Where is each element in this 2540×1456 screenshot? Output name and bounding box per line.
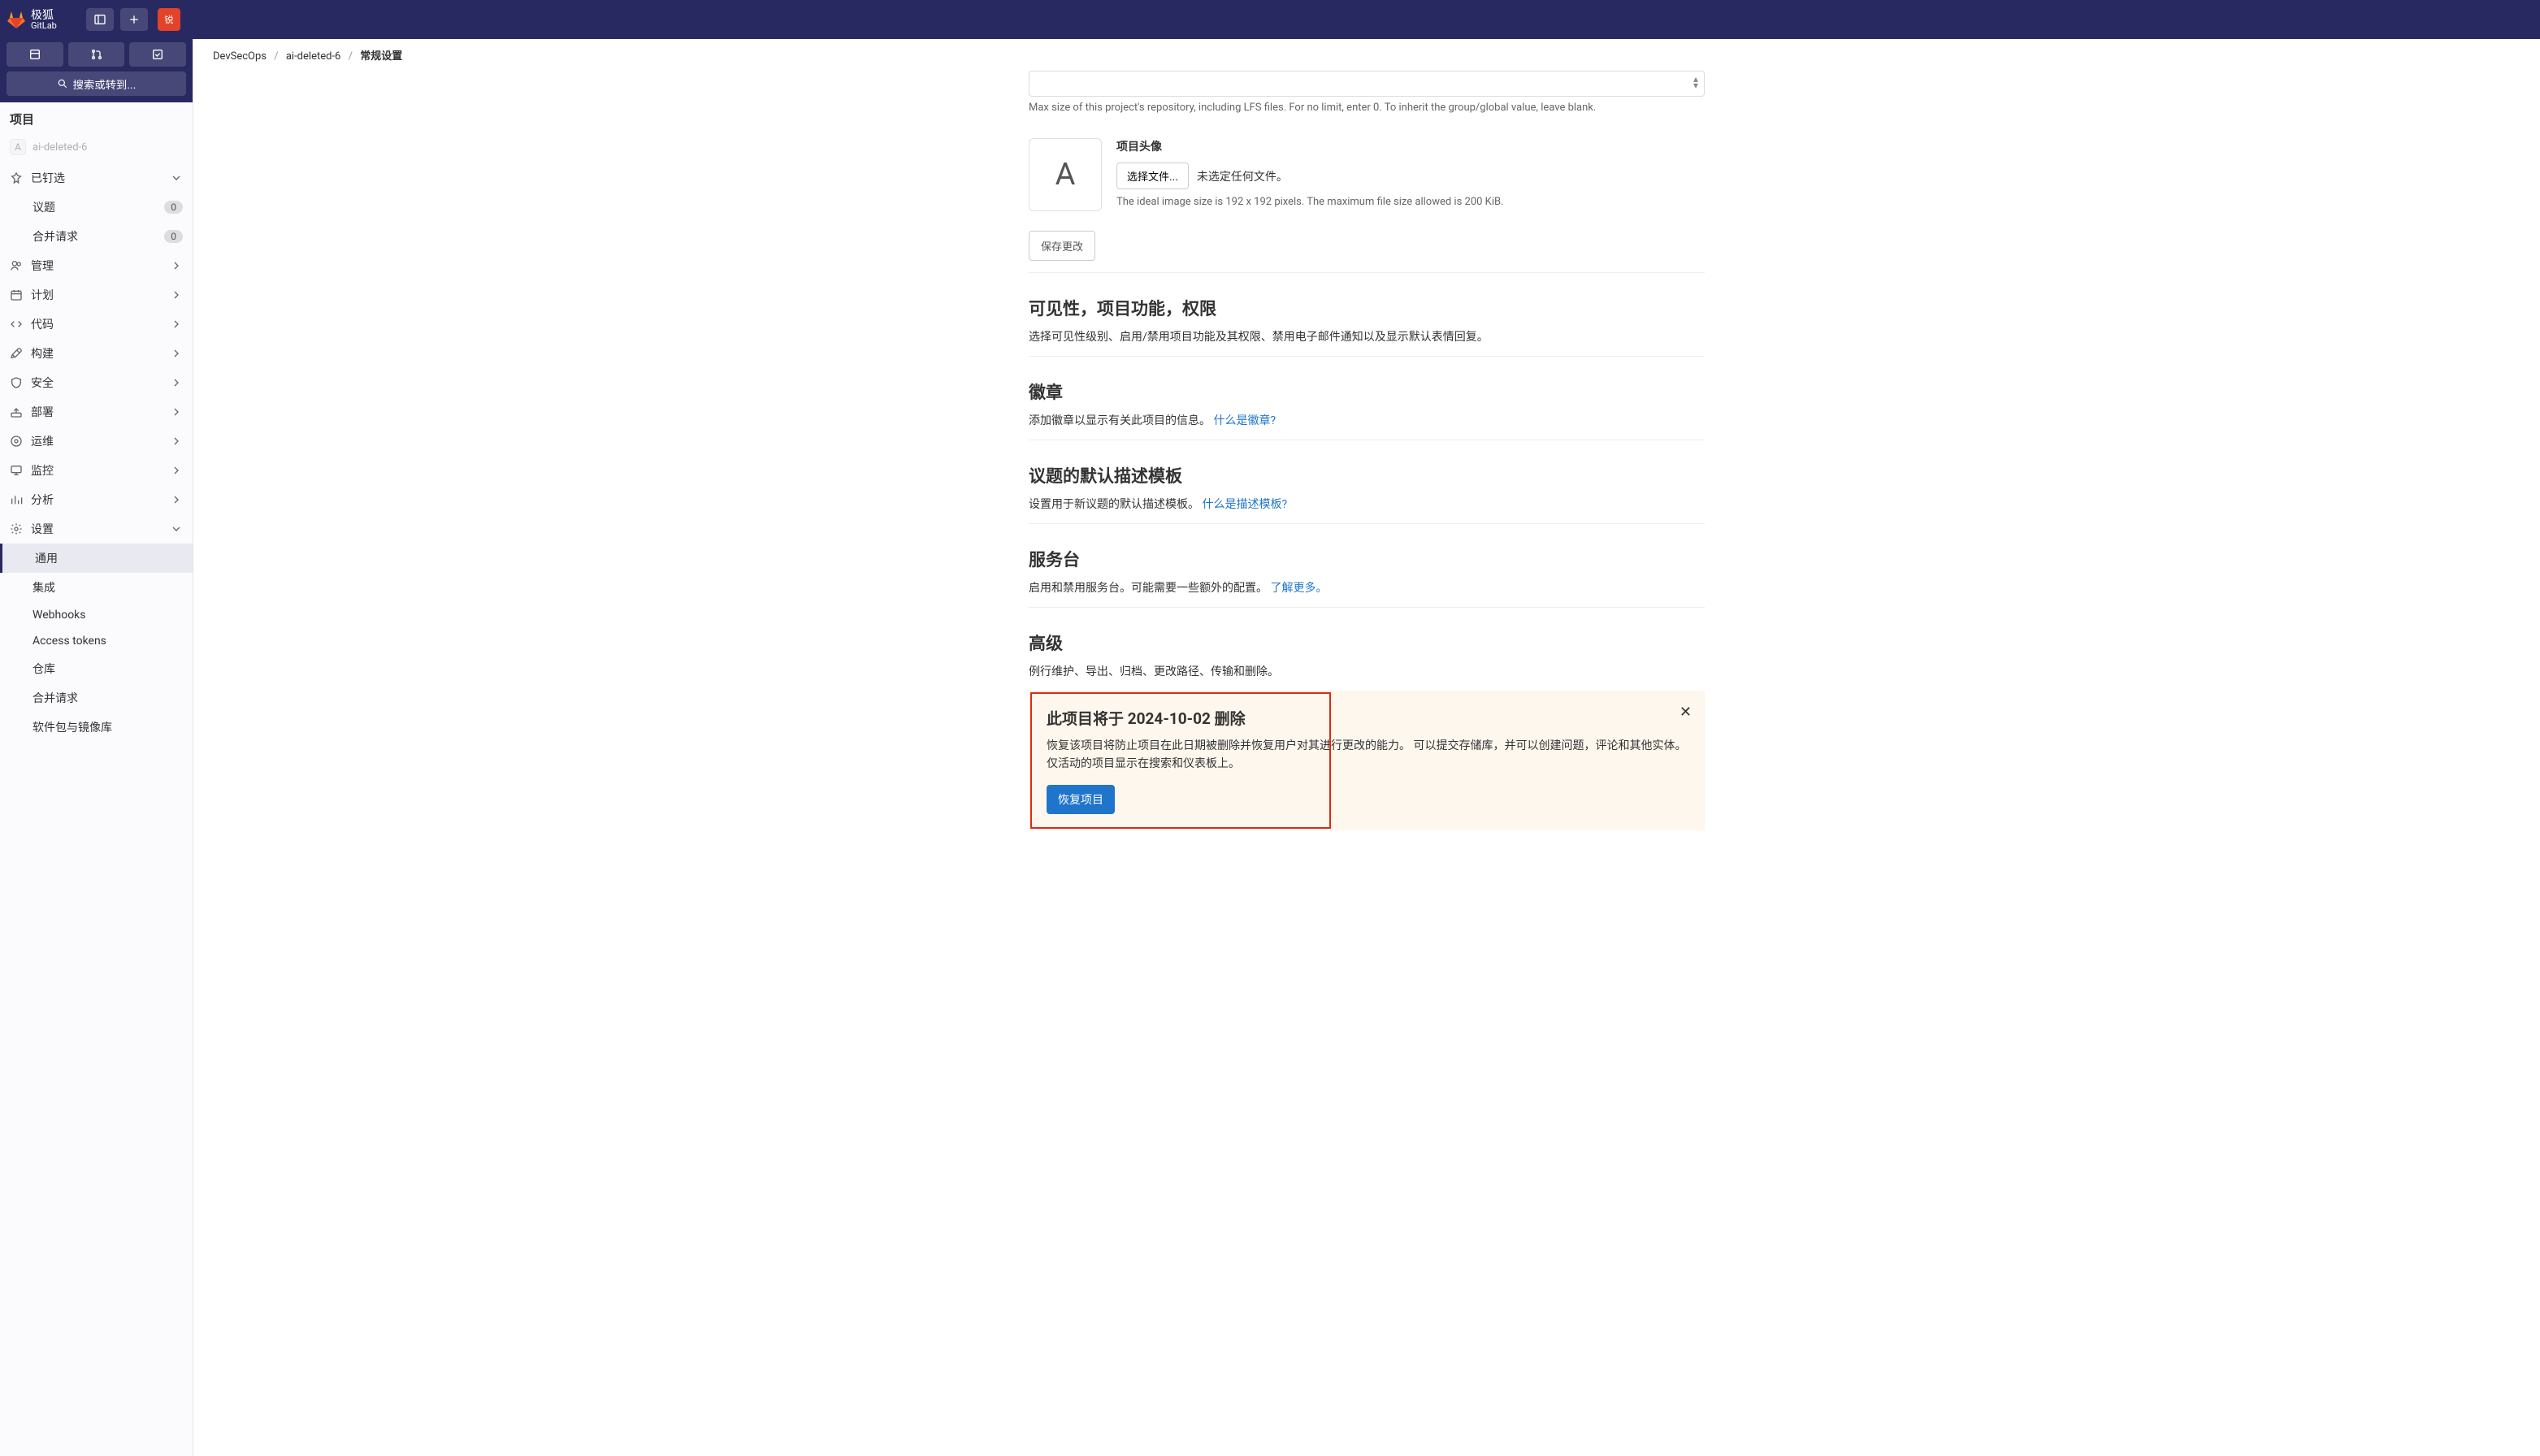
nav-settings-webhooks[interactable]: Webhooks [0,602,193,628]
advanced-desc: 例行维护、导出、归档、更改路径、传输和删除。 [1029,663,1705,679]
monitor-icon [10,464,23,477]
file-status: 未选定任何文件。 [1197,168,1288,184]
nav-settings-merge-requests[interactable]: 合并请求 [0,683,193,713]
alert-title: 此项目将于 2024-10-02 删除 [1047,707,1687,729]
nav-settings-general[interactable]: 通用 [0,544,193,573]
sidebar-toggle-button[interactable] [86,8,114,31]
chevron-down-icon [170,171,183,184]
todos-button[interactable] [129,42,186,67]
nav-settings-repository[interactable]: 仓库 [0,654,193,683]
brand-cn: 极狐 [31,10,57,21]
user-avatar[interactable]: 锐 [158,8,180,31]
avatar-title: 项目头像 [1116,138,1705,154]
chart-icon [10,493,23,506]
chevron-right-icon [170,493,183,506]
breadcrumb-page: 常规设置 [360,50,402,63]
users-icon [10,259,23,272]
top-bar: 极狐GitLab 锐 [0,0,2540,39]
search-button[interactable]: 搜索或转到... [7,72,186,96]
service-desk-desc: 启用和禁用服务台。可能需要一些额外的配置。 了解更多。 [1029,579,1705,596]
chevron-down-icon [170,522,183,535]
sidebar-section-project: 项目 [0,102,193,136]
project-avatar-preview: A [1029,138,1102,211]
chevron-right-icon [170,435,183,448]
project-avatar: A [10,139,26,155]
issue-template-link[interactable]: 什么是描述模板? [1202,498,1287,511]
deletion-alert: 此项目将于 2024-10-02 删除 恢复该项目将防止项目在此日期被删除并恢复… [1029,691,1705,830]
breadcrumb: DevSecOps / ai-deleted-6 / 常规设置 [193,39,2540,71]
nav-settings-integrations[interactable]: 集成 [0,573,193,602]
issue-icon [28,48,41,61]
nav-manage[interactable]: 管理 [0,251,193,280]
nav-settings-packages[interactable]: 软件包与镜像库 [0,713,193,742]
plus-icon [128,13,141,26]
create-new-button[interactable] [120,8,148,31]
number-spinner[interactable]: ▴▾ [1693,76,1698,89]
search-icon [57,78,68,89]
issue-template-desc: 设置用于新议题的默认描述模板。 什么是描述模板? [1029,496,1705,512]
logo[interactable]: 极狐GitLab [7,10,57,30]
gitlab-logo-icon [7,10,26,29]
chevron-right-icon [170,347,183,360]
nav-plan[interactable]: 计划 [0,280,193,310]
brand-en: GitLab [31,21,57,30]
badges-link[interactable]: 什么是徽章? [1213,414,1276,427]
calendar-icon [10,288,23,301]
sidebar: 搜索或转到... 项目 A ai-deleted-6 已钉选 议题0 合并请求0… [0,39,193,1456]
operate-icon [10,435,23,448]
rocket-icon [10,347,23,360]
nav-build[interactable]: 构建 [0,339,193,368]
todo-icon [151,48,164,61]
chevron-right-icon [170,318,183,331]
nav-settings[interactable]: 设置 [0,514,193,544]
chevron-right-icon [170,288,183,301]
nav-pinned[interactable]: 已钉选 [0,163,193,193]
project-context[interactable]: A ai-deleted-6 [0,136,193,163]
nav-settings-access-tokens[interactable]: Access tokens [0,628,193,654]
alert-text: 恢复该项目将防止项目在此日期被删除并恢复用户对其进行更改的能力。 可以提交存储库… [1047,737,1687,774]
merge-requests-button[interactable] [68,42,125,67]
nav-analyze[interactable]: 分析 [0,485,193,514]
nav-code[interactable]: 代码 [0,310,193,339]
main-content: DevSecOps / ai-deleted-6 / 常规设置 ▴▾ Max s… [193,39,2540,1456]
choose-file-button[interactable]: 选择文件... [1116,162,1189,189]
chevron-right-icon [170,464,183,477]
repo-size-help: Max size of this project's repository, i… [1029,102,1705,114]
gear-icon [10,522,23,535]
chevron-right-icon [170,405,183,418]
save-changes-button[interactable]: 保存更改 [1029,231,1095,261]
restore-project-button[interactable]: 恢复项目 [1047,785,1115,814]
search-label: 搜索或转到... [73,76,137,92]
nav-pinned-issues[interactable]: 议题0 [0,193,193,222]
nav-monitor[interactable]: 监控 [0,456,193,485]
service-desk-link[interactable]: 了解更多。 [1270,582,1327,595]
avatar-help: The ideal image size is 192 x 192 pixels… [1116,196,1705,208]
sidebar-header-buttons: 搜索或转到... [0,39,193,102]
visibility-desc: 选择可见性级别、启用/禁用项目功能及其权限、禁用电子邮件通知以及显示默认表情回复… [1029,328,1705,344]
issue-template-title: 议题的默认描述模板 [1029,463,1705,488]
nav-pinned-merge-requests[interactable]: 合并请求0 [0,222,193,251]
breadcrumb-project[interactable]: ai-deleted-6 [286,50,340,63]
shield-icon [10,376,23,389]
deploy-icon [10,405,23,418]
breadcrumb-group[interactable]: DevSecOps [213,50,267,63]
repo-size-input[interactable] [1029,71,1705,97]
visibility-title: 可见性，项目功能，权限 [1029,296,1705,320]
badges-desc: 添加徽章以显示有关此项目的信息。 什么是徽章? [1029,412,1705,428]
alert-close-button[interactable]: ✕ [1680,704,1692,721]
project-name: ai-deleted-6 [33,141,87,154]
nav-operate[interactable]: 运维 [0,427,193,456]
advanced-title: 高级 [1029,630,1705,655]
code-icon [10,318,23,331]
issues-button[interactable] [7,42,63,67]
nav-deploy[interactable]: 部署 [0,397,193,427]
chevron-right-icon [170,259,183,272]
badges-title: 徽章 [1029,379,1705,404]
pin-icon [10,171,23,184]
service-desk-title: 服务台 [1029,547,1705,571]
panel-icon [93,13,106,26]
chevron-right-icon [170,376,183,389]
nav-security[interactable]: 安全 [0,368,193,397]
merge-icon [90,48,103,61]
